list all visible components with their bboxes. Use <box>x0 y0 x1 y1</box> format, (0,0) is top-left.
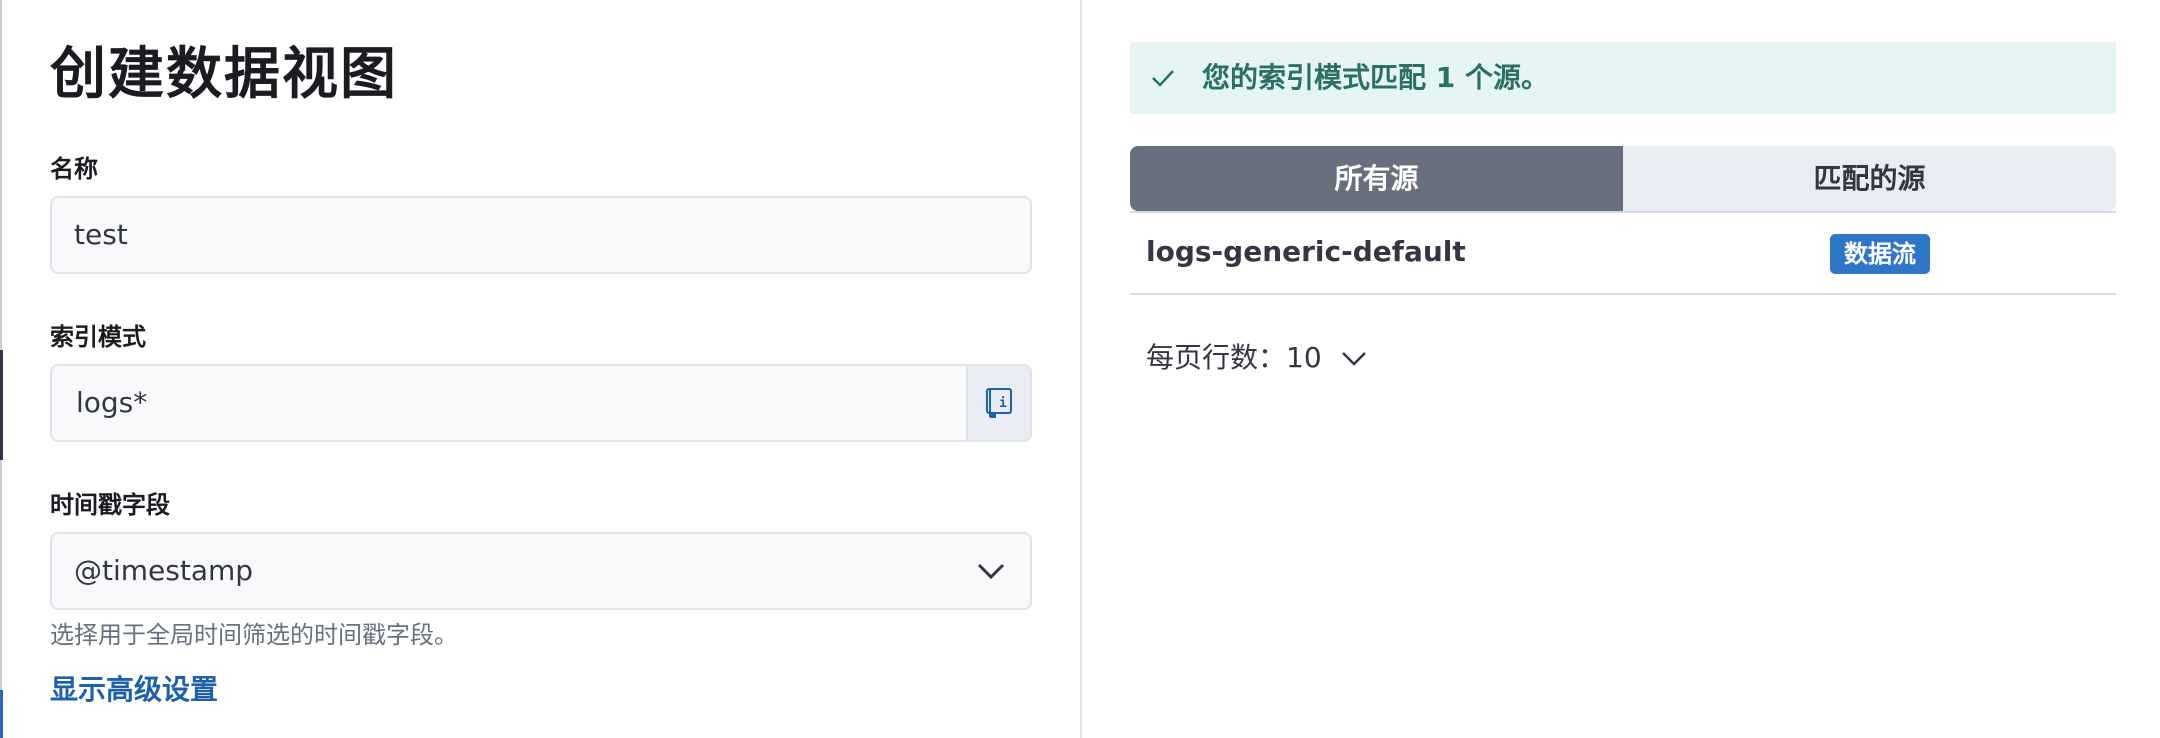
source-name: logs-generic-default <box>1146 235 1466 268</box>
source-filter-tabs: 所有源 匹配的源 <box>1130 146 2116 211</box>
name-field[interactable]: test <box>50 196 1032 274</box>
callout-message: 您的索引模式匹配 1 个源。 <box>1202 61 1549 94</box>
create-data-view-flyout: 创建数据视图 名称 test 索引模式 logs* i 时间戳字段 @times… <box>0 0 2160 738</box>
background-edge-blue <box>0 690 3 738</box>
rows-per-page-button[interactable]: 每页行数：10 <box>1146 338 1368 378</box>
data-stream-badge: 数据流 <box>1830 234 1930 274</box>
table-row: logs-generic-default 数据流 <box>1130 213 2116 295</box>
index-pattern-field[interactable]: logs* i <box>50 364 1032 442</box>
svg-text:i: i <box>999 396 1007 411</box>
chevron-down-icon <box>1341 352 1366 366</box>
tab-matching-sources[interactable]: 匹配的源 <box>1623 146 2116 211</box>
tab-all-sources[interactable]: 所有源 <box>1130 146 1623 211</box>
index-pattern-label: 索引模式 <box>50 323 146 351</box>
index-pattern-help-button[interactable]: i <box>966 366 1030 440</box>
panel-divider <box>1080 0 1082 738</box>
timestamp-select[interactable]: @timestamp <box>50 532 1032 610</box>
timestamp-help-text: 选择用于全局时间筛选的时间戳字段。 <box>50 621 458 649</box>
match-callout: 您的索引模式匹配 1 个源。 <box>1130 42 2116 114</box>
check-icon <box>1152 70 1174 87</box>
index-pattern-value: logs* <box>76 386 148 419</box>
chevron-down-icon <box>977 563 1005 580</box>
name-field-label: 名称 <box>50 155 98 183</box>
name-field-value: test <box>74 218 128 251</box>
timestamp-field-label: 时间戳字段 <box>50 491 170 519</box>
documentation-book-icon: i <box>986 388 1012 418</box>
timestamp-select-value: @timestamp <box>74 554 254 587</box>
show-advanced-settings-link[interactable]: 显示高级设置 <box>50 673 218 707</box>
rows-per-page-label: 每页行数：10 <box>1146 341 1322 374</box>
background-edge-dark <box>0 350 3 460</box>
page-title: 创建数据视图 <box>50 42 398 107</box>
